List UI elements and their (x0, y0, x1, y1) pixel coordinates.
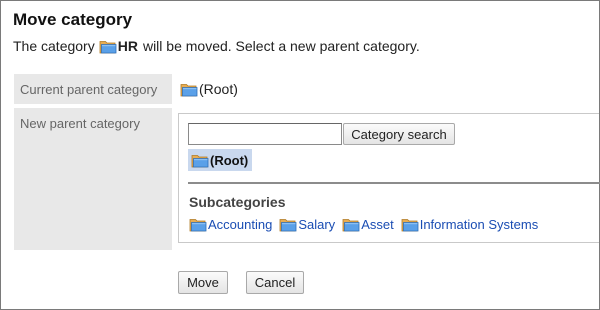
subcategory-information-systems[interactable]: Information Systems (401, 217, 539, 232)
subcategory-asset[interactable]: Asset (342, 217, 394, 232)
subcategory-link[interactable]: Salary (298, 217, 335, 232)
selected-category-root[interactable]: (Root) (188, 149, 253, 171)
page-title: Move category (13, 10, 133, 29)
category-search-button[interactable]: Category search (343, 123, 455, 145)
category-search-input[interactable] (188, 123, 342, 145)
subcategory-link[interactable]: Accounting (208, 217, 272, 232)
category-picker-panel: Category search (Root) Subcategories Acc… (178, 113, 600, 243)
page-description: The category HR will be moved. Select a … (13, 38, 420, 54)
folder-icon (401, 217, 419, 232)
folder-icon (180, 82, 198, 97)
current-parent-text: (Root) (199, 81, 238, 97)
divider (188, 182, 600, 184)
subcategory-link[interactable]: Information Systems (420, 217, 539, 232)
subcategory-accounting[interactable]: Accounting (189, 217, 272, 232)
dialog-frame: Move category The category HR will be mo… (0, 0, 600, 310)
new-parent-label: New parent category (14, 108, 172, 250)
current-parent-value: (Root) (180, 81, 238, 97)
subcategory-link[interactable]: Asset (361, 217, 394, 232)
cancel-button[interactable]: Cancel (246, 271, 304, 294)
folder-icon (99, 39, 117, 54)
moved-category-name: HR (117, 38, 138, 54)
folder-icon (279, 217, 297, 232)
current-parent-label: Current parent category (14, 74, 172, 104)
folder-icon (342, 217, 360, 232)
subcategory-salary[interactable]: Salary (279, 217, 335, 232)
subcategory-list: Accounting Salary Asset Information Syst… (189, 217, 545, 232)
subcategories-heading: Subcategories (189, 194, 286, 210)
folder-icon (191, 153, 209, 168)
move-button[interactable]: Move (178, 271, 228, 294)
selected-category-label: (Root) (210, 152, 249, 168)
description-prefix: The category (13, 38, 95, 54)
folder-icon (189, 217, 207, 232)
description-suffix: will be moved. Select a new parent categ… (142, 38, 420, 54)
